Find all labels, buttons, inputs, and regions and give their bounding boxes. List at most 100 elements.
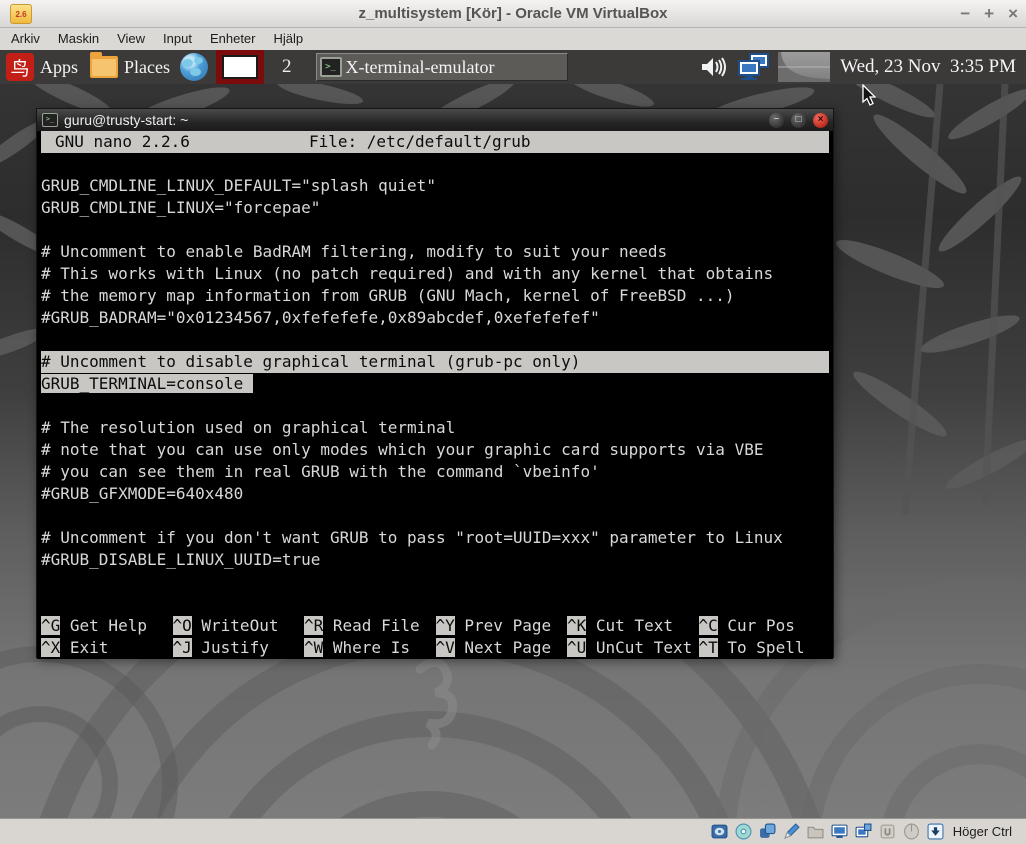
nano-shortcut-prev-page: ^Y Prev Page [436, 615, 568, 637]
volume-icon[interactable] [700, 55, 730, 79]
shortcut-key: ^O [173, 616, 192, 635]
terminal-line: # This works with Linux (no patch requir… [41, 263, 833, 285]
virtual-screens-icon[interactable] [855, 823, 872, 840]
terminal-minimize-button[interactable]: − [769, 113, 784, 128]
terminal-window-title: guru@trusty-start: ~ [64, 112, 769, 128]
nano-shortcut-where-is: ^W Where Is [304, 637, 436, 659]
terminal-line: GRUB_CMDLINE_LINUX="forcepae" [41, 197, 833, 219]
terminal-window: >_ guru@trusty-start: ~ − □ × GNU nano 2… [36, 108, 834, 658]
vbox-titlebar: 2.6 z_multisystem [Kör] - Oracle VM Virt… [0, 0, 1026, 28]
terminal-line: #GRUB_DISABLE_LINUX_UUID=true [41, 549, 833, 571]
taskbar-button-terminal[interactable]: >_ X-terminal-emulator [316, 53, 568, 81]
shortcut-label: Exit [60, 638, 108, 657]
maximize-button[interactable]: + [984, 0, 994, 28]
nano-shortcut-writeout: ^O WriteOut [173, 615, 305, 637]
workspace-number: 2 [282, 56, 292, 78]
terminal-line: GRUB_TERMINAL=console [41, 373, 833, 395]
terminal-window-icon: >_ [42, 113, 58, 127]
desktop-background: >_ guru@trusty-start: ~ − □ × GNU nano 2… [0, 84, 1026, 818]
menu-item-enheter[interactable]: Enheter [201, 28, 265, 50]
shortcut-label: Cut Text [586, 616, 673, 635]
terminal-line [41, 329, 833, 351]
pen-icon[interactable] [783, 823, 800, 840]
nano-header: GNU nano 2.2.6 File: /etc/default/grub [41, 131, 829, 153]
terminal-line [41, 395, 833, 417]
nano-shortcut-justify: ^J Justify [173, 637, 305, 659]
menu-item-view[interactable]: View [108, 28, 154, 50]
nano-editor[interactable]: GNU nano 2.2.6 File: /etc/default/grub G… [37, 131, 833, 659]
apps-menu-icon[interactable]: 鸟 [6, 53, 34, 81]
shortcut-label: Justify [192, 638, 269, 657]
shortcut-key: ^R [304, 616, 323, 635]
shortcut-label: Get Help [60, 616, 147, 635]
nano-shortcut-read-file: ^R Read File [304, 615, 436, 637]
terminal-maximize-button[interactable]: □ [791, 113, 806, 128]
terminal-icon: >_ [320, 57, 342, 77]
places-folder-icon[interactable] [90, 56, 118, 78]
nano-shortcut-next-page: ^V Next Page [436, 637, 568, 659]
nano-shortcut-cut-text: ^K Cut Text [567, 615, 699, 637]
shortcut-key: ^T [699, 638, 718, 657]
places-menu[interactable]: Places [124, 57, 170, 78]
vbox-menubar: ArkivMaskinViewInputEnheterHjälp [0, 28, 1026, 50]
optical-disc-icon[interactable] [735, 823, 752, 840]
vm-window-icon: 2.6 [10, 4, 32, 24]
close-button[interactable]: × [1008, 0, 1018, 28]
terminal-line: # Uncomment to enable BadRAM filtering, … [41, 241, 833, 263]
nano-shortcut-exit: ^X Exit [41, 637, 173, 659]
menu-item-arkiv[interactable]: Arkiv [2, 28, 49, 50]
shortcut-label: WriteOut [192, 616, 279, 635]
terminal-line: #GRUB_BADRAM="0x01234567,0xfefefefe,0x89… [41, 307, 833, 329]
menu-item-input[interactable]: Input [154, 28, 201, 50]
shortcut-key: ^V [436, 638, 455, 657]
menu-item-hjlp[interactable]: Hjälp [265, 28, 313, 50]
shortcut-key: ^X [41, 638, 60, 657]
workspace-pager[interactable] [216, 50, 264, 84]
nano-shortcut-uncut-text: ^U UnCut Text [567, 637, 699, 659]
terminal-line [41, 153, 833, 175]
hostkey-label: Höger Ctrl [953, 824, 1012, 839]
cpu-load-monitor[interactable] [778, 52, 830, 82]
terminal-line: # note that you can use only modes which… [41, 439, 833, 461]
minimize-button[interactable]: − [960, 0, 970, 28]
nano-filename: File: /etc/default/grub [309, 131, 531, 153]
shared-folder-icon[interactable] [807, 823, 824, 840]
nano-shortcut-bar: ^G Get Help^O WriteOut^R Read File^Y Pre… [41, 615, 833, 659]
nano-version: GNU nano 2.2.6 [55, 131, 190, 153]
shortcut-key: ^Y [436, 616, 455, 635]
terminal-line [41, 593, 833, 615]
desktop-panel: 鸟 Apps Places 2 >_ X-terminal-emulator [0, 50, 1026, 84]
shortcut-label: Where Is [323, 638, 410, 657]
browser-launcher-icon[interactable] [180, 53, 208, 81]
nano-shortcut-cur-pos: ^C Cur Pos [699, 615, 831, 637]
terminal-line: # Uncomment if you don't want GRUB to pa… [41, 527, 833, 549]
shortcut-key: ^K [567, 616, 586, 635]
harddisk-icon[interactable] [711, 823, 728, 840]
shortcut-label: Prev Page [455, 616, 551, 635]
nano-shortcut-to-spell: ^T To Spell [699, 637, 831, 659]
shortcut-key: ^G [41, 616, 60, 635]
taskbar-button-label: X-terminal-emulator [346, 57, 495, 78]
window-title: z_multisystem [Kör] - Oracle VM VirtualB… [0, 5, 1026, 22]
shortcut-key: ^C [699, 616, 718, 635]
terminal-close-button[interactable]: × [813, 113, 828, 128]
usb-icon[interactable] [879, 823, 896, 840]
shortcut-label: Read File [323, 616, 419, 635]
shortcut-label: UnCut Text [586, 638, 692, 657]
nano-shortcut-get-help: ^G Get Help [41, 615, 173, 637]
terminal-titlebar[interactable]: >_ guru@trusty-start: ~ − □ × [37, 109, 833, 131]
terminal-line [41, 219, 833, 241]
vbox-statusbar: Höger Ctrl [0, 818, 1026, 844]
display-icon[interactable] [831, 823, 848, 840]
panel-clock[interactable]: Wed, 23 Nov 3:35 PM [840, 56, 1016, 78]
terminal-line [41, 505, 833, 527]
terminal-line [41, 571, 833, 593]
network-icon[interactable] [759, 823, 776, 840]
display-settings-icon[interactable] [736, 52, 772, 82]
active-workspace[interactable] [222, 55, 258, 79]
menu-item-maskin[interactable]: Maskin [49, 28, 108, 50]
hostkey-indicator-icon[interactable] [927, 823, 944, 840]
apps-menu[interactable]: Apps [40, 57, 78, 78]
shortcut-label: Cur Pos [718, 616, 795, 635]
mouse-integration-icon[interactable] [903, 823, 920, 840]
